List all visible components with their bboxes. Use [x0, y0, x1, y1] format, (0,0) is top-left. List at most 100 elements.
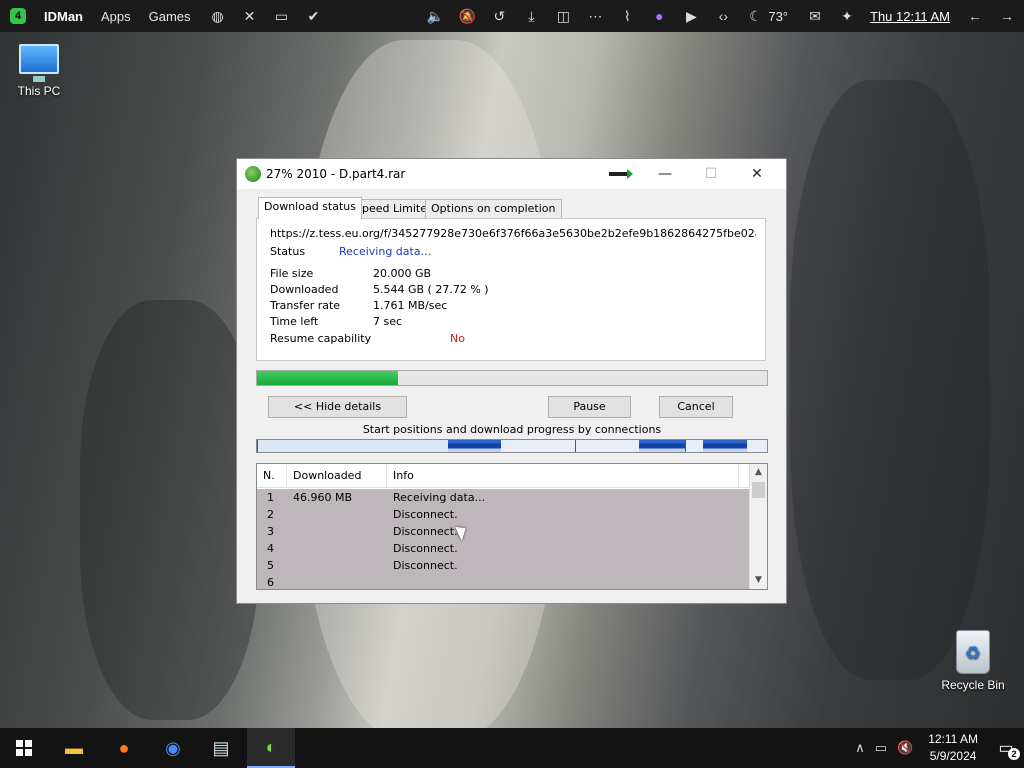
download-progress-bar [256, 370, 768, 386]
tab-options-on-completion[interactable]: Options on completion [425, 199, 562, 218]
chevron-up-icon[interactable]: ∧ [855, 740, 865, 756]
table-row[interactable]: 4 Disconnect. [257, 540, 749, 557]
window-titlebar[interactable]: 27% 2010 - D.part4.rar — ☐ ✕ [237, 159, 786, 189]
download-url: https://z.tess.eu.org/f/345277928e730e6f… [270, 227, 756, 240]
table-row[interactable]: 2 Disconnect. [257, 506, 749, 523]
active-app-name[interactable]: IDMan [44, 9, 83, 24]
maximize-button[interactable]: ☐ [688, 159, 734, 189]
weather-temp[interactable]: 73° [768, 9, 788, 24]
cell-info: Receiving data... [393, 491, 486, 504]
arrow-right-icon[interactable]: → [998, 8, 1016, 24]
notification-count: 2 [1008, 748, 1020, 760]
download-icon[interactable]: ⤓ [522, 8, 540, 25]
cancel-button[interactable]: Cancel [659, 396, 733, 418]
cell-number: 5 [267, 559, 274, 572]
list-scrollbar[interactable]: ▲ ▼ [749, 464, 767, 589]
laptop-icon[interactable]: ▭ [273, 8, 291, 25]
cell-info: Disconnect. [393, 559, 458, 572]
top-menubar: 4 IDMan Apps Games ◍ ✕ ▭ ✔ 🔈 🔕 ↺ ⤓ ◫ ⋯ ⌇… [0, 0, 1024, 32]
connections-list: N. Downloaded Info 1 46.960 MB Receiving… [256, 463, 768, 590]
scroll-down-icon[interactable]: ▼ [750, 572, 767, 588]
paperclip-icon[interactable]: ⌇ [618, 8, 636, 25]
connections-list-header: N. Downloaded Info [257, 464, 749, 488]
desktop-icon-label: Recycle Bin [941, 678, 1005, 692]
taskbar-firefox[interactable]: ● [100, 728, 148, 768]
volume-icon[interactable]: 🔈 [426, 8, 444, 25]
table-row[interactable]: 1 46.960 MB Receiving data... [257, 489, 749, 506]
time-left-value: 7 sec [373, 315, 403, 328]
idm-taskbar-icon: ◐ [265, 736, 277, 757]
transfer-rate-label: Transfer rate [270, 299, 341, 312]
cell-info: Disconnect. [393, 525, 458, 538]
cell-number: 2 [267, 508, 274, 521]
windows-logo-icon [16, 740, 32, 756]
taskbar-chrome[interactable]: ◉ [149, 728, 197, 768]
moon-icon[interactable]: ☾ [746, 8, 764, 25]
scroll-up-icon[interactable]: ▲ [750, 464, 767, 480]
cell-number: 6 [267, 576, 274, 589]
col-header-downloaded[interactable]: Downloaded [287, 464, 387, 488]
window-title: 27% 2010 - D.part4.rar [266, 167, 406, 181]
code-icon[interactable]: ‹› [714, 8, 732, 24]
cell-downloaded: 46.960 MB [293, 491, 353, 504]
time-left-label: Time left [270, 315, 319, 328]
hide-details-button[interactable]: << Hide details [268, 396, 407, 418]
table-row[interactable]: 6 [257, 574, 749, 589]
firefox-icon: ● [118, 737, 130, 758]
resume-capability-value: No [450, 332, 465, 345]
history-icon[interactable]: ↺ [490, 8, 508, 25]
download-progress-window: 27% 2010 - D.part4.rar — ☐ ✕ Download st… [236, 158, 787, 604]
downloaded-label: Downloaded [270, 283, 339, 296]
taskbar-file-explorer[interactable]: ▬ [50, 728, 98, 768]
downloaded-value: 5.544 GB ( 27.72 % ) [373, 283, 489, 296]
connections-progress-bar [256, 439, 768, 453]
menu-games[interactable]: Games [149, 9, 191, 24]
taskbar-time: 12:11 AM [928, 732, 978, 746]
start-button[interactable] [0, 728, 48, 768]
bell-muted-icon[interactable]: 🔕 [458, 8, 476, 25]
youtube-icon[interactable]: ▶ [682, 8, 700, 25]
connection-segment [258, 440, 448, 452]
col-header-number[interactable]: N. [257, 464, 287, 488]
transfer-rate-value: 1.761 MB/sec [373, 299, 448, 312]
menubar-clock[interactable]: Thu 12:11 AM [870, 9, 950, 24]
connection-start-marker [575, 440, 576, 452]
minimize-button[interactable]: — [642, 159, 688, 189]
table-row[interactable]: 3 Disconnect. [257, 523, 749, 540]
taskbar-clock[interactable]: 12:11 AM 5/9/2024 [928, 731, 978, 765]
scroll-thumb[interactable] [752, 482, 765, 498]
taskbar-date: 5/9/2024 [929, 749, 977, 763]
system-tray: ∧ ▭ 🔇 12:11 AM 5/9/2024 ▭ 2 [850, 728, 1024, 768]
idm-arrow-icon [609, 169, 633, 179]
sparkle-icon[interactable]: ✦ [838, 8, 856, 25]
mail-icon[interactable]: ✉ [806, 8, 824, 25]
check-icon[interactable]: ✔ [305, 8, 323, 25]
chrome-icon: ◉ [165, 737, 181, 758]
table-row[interactable]: 5 Disconnect. [257, 557, 749, 574]
notification-center-button[interactable]: ▭ 2 [988, 738, 1024, 760]
volume-muted-icon[interactable]: 🔇 [897, 740, 913, 756]
workspace-badge[interactable]: 4 [10, 8, 26, 24]
taskbar-app[interactable]: ▤ [197, 728, 245, 768]
more-icon[interactable]: ⋯ [586, 8, 604, 25]
connection-start-marker [685, 440, 686, 452]
cell-info: Disconnect. [393, 542, 458, 555]
globe-icon[interactable]: ◍ [209, 8, 227, 25]
tab-download-status[interactable]: Download status [258, 197, 362, 219]
close-button[interactable]: ✕ [734, 159, 780, 189]
tools-icon[interactable]: ✕ [241, 8, 259, 25]
taskbar-idm[interactable]: ◐ [247, 728, 295, 768]
pause-button[interactable]: Pause [548, 396, 631, 418]
messenger-icon[interactable]: ● [650, 8, 668, 24]
arrow-left-icon[interactable]: ← [966, 8, 984, 24]
resume-capability-label: Resume capability [270, 332, 372, 345]
network-icon[interactable]: ▭ [875, 740, 887, 756]
connections-caption: Start positions and download progress by… [362, 423, 662, 436]
folder-icon: ▬ [65, 737, 83, 758]
cell-number: 4 [267, 542, 274, 555]
col-header-info[interactable]: Info [387, 464, 739, 488]
menu-apps[interactable]: Apps [101, 9, 131, 24]
desktop-icon-this-pc[interactable]: This PC [3, 44, 75, 98]
desktop-icon-recycle-bin[interactable]: ♻ Recycle Bin [937, 630, 1009, 692]
bag-icon[interactable]: ◫ [554, 8, 572, 25]
